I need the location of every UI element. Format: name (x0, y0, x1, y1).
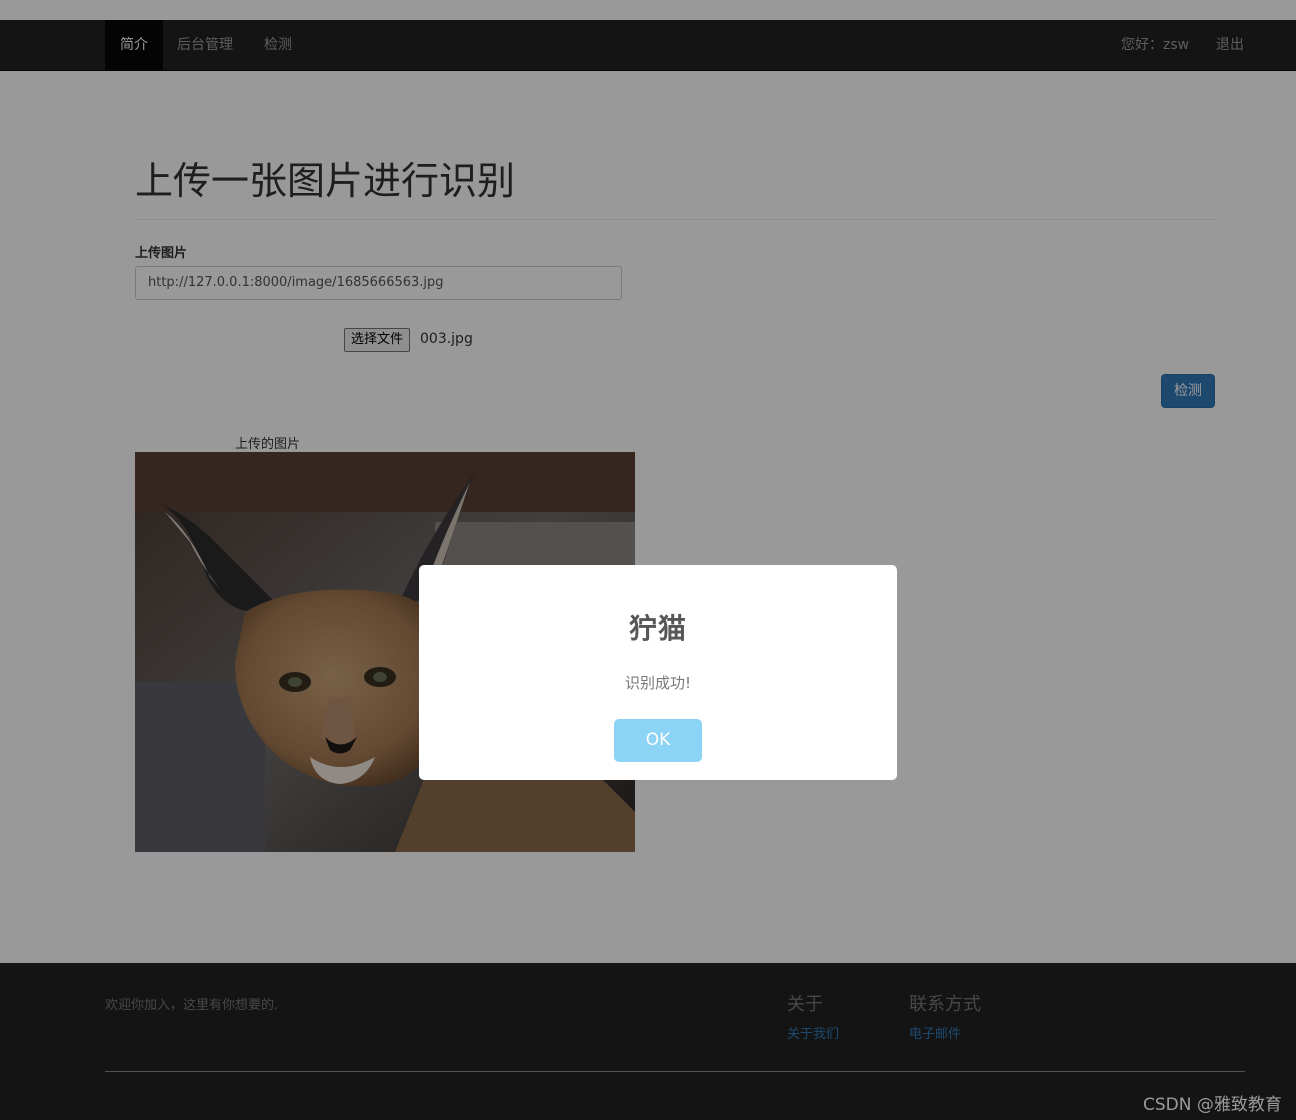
result-dialog: 狞猫 识别成功! OK (419, 565, 897, 780)
modal-overlay[interactable] (0, 0, 1296, 1120)
result-title: 狞猫 (628, 612, 687, 645)
ok-button[interactable]: OK (614, 719, 702, 762)
result-message: 识别成功! (624, 674, 691, 692)
